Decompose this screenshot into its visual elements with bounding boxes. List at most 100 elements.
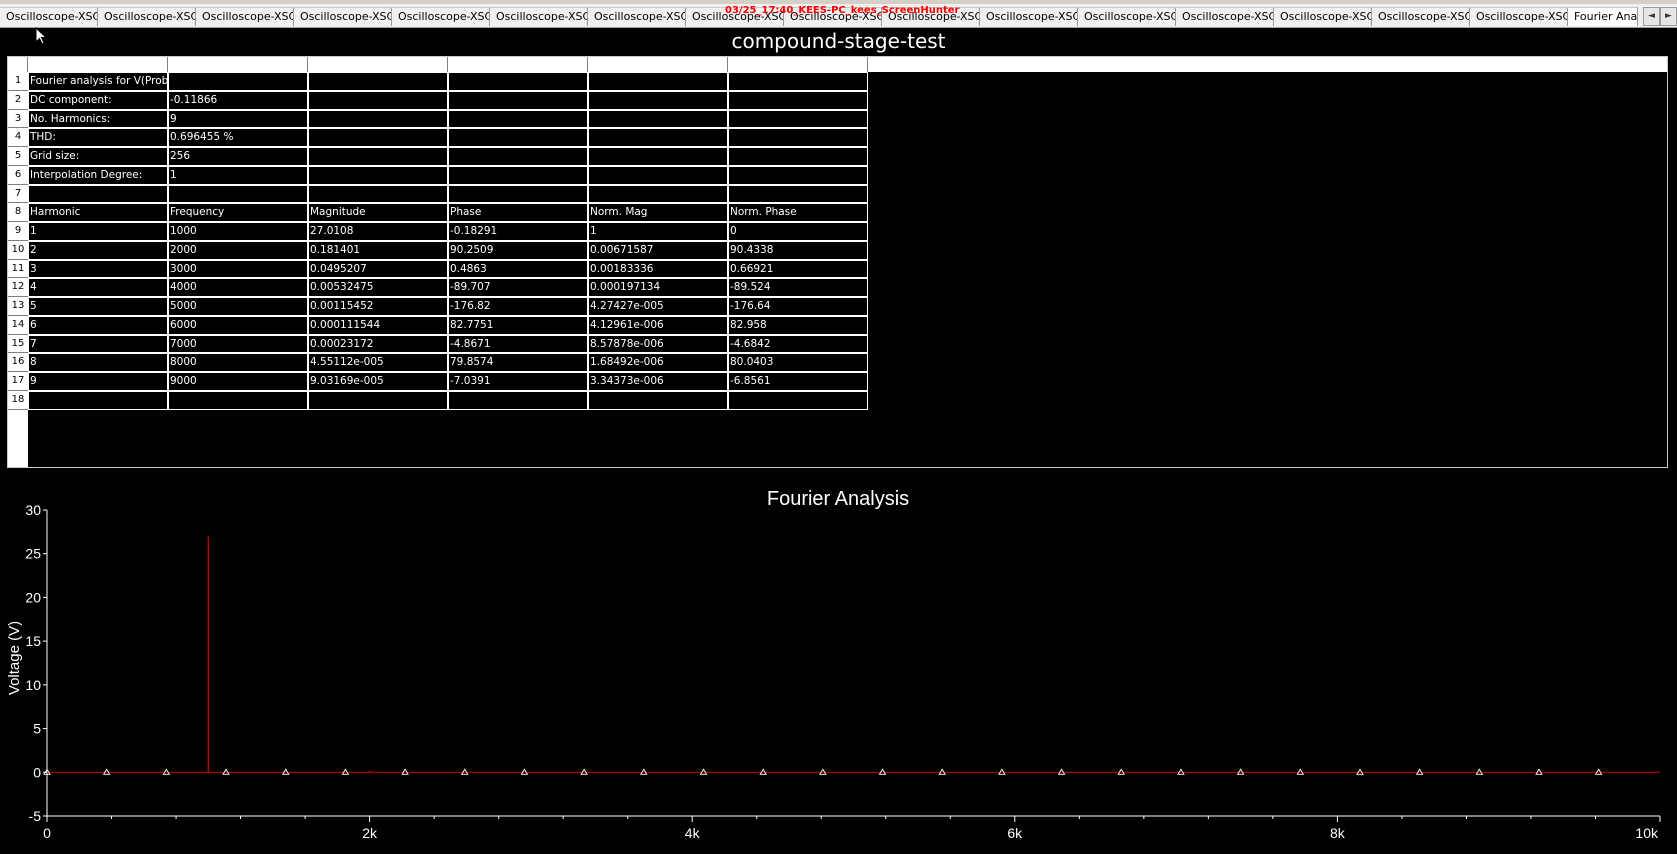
sheet-cell[interactable]: 3000 <box>168 259 308 279</box>
tab-oscilloscope-xsc1[interactable]: Oscilloscope-XSC1 <box>1176 7 1274 26</box>
row-number[interactable]: 3 <box>8 110 28 129</box>
tab-oscilloscope-xsc1[interactable]: Oscilloscope-XSC1 <box>0 7 98 26</box>
row-number[interactable]: 11 <box>8 260 28 279</box>
sheet-cell[interactable]: 2 <box>28 240 168 260</box>
sheet-cell[interactable]: 2000 <box>168 240 308 260</box>
sheet-cell[interactable]: -6.8561 <box>728 372 868 391</box>
sheet-cell[interactable] <box>448 165 588 185</box>
sheet-cell[interactable]: 4 <box>28 278 168 297</box>
tab-scroll-right-button[interactable]: ► <box>1660 7 1677 26</box>
column-header[interactable] <box>28 57 168 72</box>
sheet-cell[interactable]: 90.4338 <box>728 240 868 260</box>
sheet-cell[interactable] <box>588 128 728 147</box>
sheet-cell[interactable]: 0.000197134 <box>588 278 728 297</box>
row-number[interactable]: 1 <box>8 72 28 91</box>
sheet-cell[interactable]: -0.18291 <box>448 222 588 241</box>
sheet-cell[interactable] <box>588 390 728 410</box>
sheet-cell[interactable] <box>168 390 308 410</box>
sheet-cell[interactable] <box>308 147 448 166</box>
row-number[interactable]: 16 <box>8 353 28 372</box>
row-number[interactable]: 4 <box>8 128 28 147</box>
sheet-cell[interactable]: 79.8574 <box>448 353 588 372</box>
sheet-cell[interactable]: DC component: <box>28 90 168 110</box>
sheet-cell[interactable]: 1.68492e-006 <box>588 353 728 372</box>
sheet-cell[interactable]: 4.27427e-005 <box>588 297 728 316</box>
sheet-cell[interactable]: Norm. Phase <box>728 203 868 222</box>
sheet-cell[interactable]: 9 <box>28 372 168 391</box>
sheet-cell[interactable]: 0.4863 <box>448 259 588 279</box>
row-number[interactable]: 12 <box>8 278 28 297</box>
sheet-cell[interactable]: 80.0403 <box>728 353 868 372</box>
tab-oscilloscope-xsc1[interactable]: Oscilloscope-XSC1 <box>392 7 490 26</box>
sheet-cell[interactable]: 0.000111544 <box>308 315 448 335</box>
sheet-cell[interactable] <box>448 128 588 147</box>
sheet-cell[interactable] <box>728 147 868 166</box>
sheet-cell[interactable] <box>728 109 868 129</box>
sheet-cell[interactable] <box>728 165 868 185</box>
sheet-cell[interactable] <box>28 390 168 410</box>
row-number[interactable]: 9 <box>8 222 28 241</box>
tab-oscilloscope-xsc1[interactable]: Oscilloscope-XSC1 <box>1274 7 1372 26</box>
sheet-cell[interactable]: 1000 <box>168 222 308 241</box>
tab-fourier-analysis[interactable]: Fourier Ana <box>1568 7 1638 26</box>
sheet-cell[interactable] <box>448 109 588 129</box>
sheet-cell[interactable]: -89.524 <box>728 278 868 297</box>
sheet-cell[interactable] <box>588 90 728 110</box>
row-number[interactable]: 13 <box>8 297 28 316</box>
sheet-cell[interactable] <box>728 128 868 147</box>
sheet-cell[interactable] <box>308 90 448 110</box>
tab-oscilloscope-xsc1[interactable]: Oscilloscope-XSC1 <box>980 7 1078 26</box>
sheet-cell[interactable] <box>308 72 448 91</box>
sheet-cell[interactable] <box>308 128 448 147</box>
sheet-cell[interactable]: 256 <box>168 147 308 166</box>
sheet-cell[interactable]: Norm. Mag <box>588 203 728 222</box>
sheet-cell[interactable]: 6 <box>28 315 168 335</box>
sheet-cell[interactable]: Fourier analysis for V(Probe1): <box>28 72 168 91</box>
row-number[interactable]: 6 <box>8 166 28 185</box>
row-number[interactable]: 14 <box>8 316 28 335</box>
sheet-cell[interactable]: 8.57878e-006 <box>588 334 728 354</box>
sheet-cell[interactable]: 9 <box>168 109 308 129</box>
tab-oscilloscope-xsc1[interactable]: Oscilloscope-XSC1 <box>882 7 980 26</box>
sheet-cell[interactable]: 4.12961e-006 <box>588 315 728 335</box>
tab-oscilloscope-xsc1[interactable]: Oscilloscope-XSC1 <box>294 7 392 26</box>
sheet-cell[interactable] <box>728 184 868 204</box>
sheet-cell[interactable]: 82.958 <box>728 315 868 335</box>
sheet-cell[interactable] <box>448 184 588 204</box>
sheet-cell[interactable]: Phase <box>448 203 588 222</box>
sheet-cell[interactable]: THD: <box>28 128 168 147</box>
sheet-cell[interactable] <box>728 72 868 91</box>
row-number[interactable]: 15 <box>8 335 28 354</box>
sheet-cell[interactable]: Interpolation Degree: <box>28 165 168 185</box>
tab-oscilloscope-xsc1[interactable]: Oscilloscope-XSC1 <box>490 7 588 26</box>
tab-oscilloscope-xsc1[interactable]: Oscilloscope-XSC1 <box>98 7 196 26</box>
sheet-cell[interactable]: -7.0391 <box>448 372 588 391</box>
sheet-cell[interactable]: 1 <box>168 165 308 185</box>
row-number[interactable]: 17 <box>8 372 28 391</box>
sheet-cell[interactable] <box>588 184 728 204</box>
sheet-cell[interactable] <box>28 184 168 204</box>
sheet-cell[interactable]: 1 <box>28 222 168 241</box>
sheet-cell[interactable] <box>588 165 728 185</box>
sheet-cell[interactable] <box>168 184 308 204</box>
tab-oscilloscope-xsc1[interactable]: Oscilloscope-XSC1 <box>1470 7 1568 26</box>
row-number[interactable]: 7 <box>8 185 28 204</box>
sheet-cell[interactable]: 0.181401 <box>308 240 448 260</box>
sheet-cell[interactable]: -89.707 <box>448 278 588 297</box>
sheet-cell[interactable] <box>728 390 868 410</box>
row-number[interactable]: 18 <box>8 391 28 410</box>
sheet-cell[interactable]: 0.00115452 <box>308 297 448 316</box>
tab-scroll-left-button[interactable]: ◄ <box>1643 7 1660 26</box>
sheet-cell[interactable]: 0.00183336 <box>588 259 728 279</box>
sheet-cell[interactable]: 6000 <box>168 315 308 335</box>
row-number[interactable]: 2 <box>8 91 28 110</box>
sheet-cell[interactable]: 0.00532475 <box>308 278 448 297</box>
tab-oscilloscope-xsc1[interactable]: Oscilloscope-XSC1 <box>1078 7 1176 26</box>
sheet-cell[interactable]: 8 <box>28 353 168 372</box>
row-number[interactable]: 10 <box>8 241 28 260</box>
sheet-cell[interactable]: Magnitude <box>308 203 448 222</box>
sheet-cell[interactable]: 90.2509 <box>448 240 588 260</box>
sheet-cell[interactable]: 0.00023172 <box>308 334 448 354</box>
sheet-cell[interactable] <box>588 109 728 129</box>
tab-oscilloscope-xsc1[interactable]: Oscilloscope-XSC1 <box>588 7 686 26</box>
